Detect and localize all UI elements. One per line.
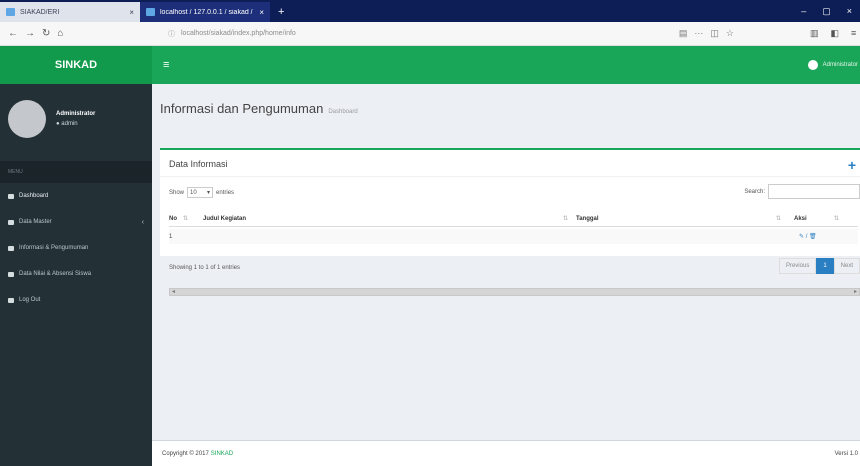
browser-tab-siakad[interactable]: SIAKAD/ERI × [0, 2, 140, 22]
footer: Copyright © 2017 SINKAD Versi 1.0 [152, 440, 860, 466]
cell-no: 1 [169, 233, 173, 240]
sidebar-item-nilai-absensi[interactable]: Data Nilai & Absensi Siswa [0, 261, 152, 287]
bookmark-star-icon[interactable]: ☆ [726, 28, 734, 39]
sort-icon[interactable]: ⇅ [563, 215, 576, 222]
page-1-button[interactable]: 1 [816, 258, 834, 274]
copyright-text: Copyright © 2017 [162, 450, 209, 457]
search-control: Search: [744, 184, 860, 199]
menu-icon[interactable]: ≡ [851, 28, 856, 39]
window-controls: – ▢ × [801, 0, 860, 22]
favicon-icon [6, 8, 15, 16]
sidebar-item-label: Log Out [19, 297, 41, 303]
folder-icon [8, 219, 14, 225]
search-input[interactable] [768, 184, 860, 199]
app-top-bar: ≡ Administrator [152, 46, 860, 84]
close-window-icon[interactable]: × [847, 6, 852, 16]
browser-nav-bar: ← → ↻ ⌂ ⓘ localhost/siakad/index.php/hom… [0, 22, 860, 46]
box-title: Data Informasi [169, 159, 228, 169]
scroll-right-icon[interactable]: ▸ [854, 288, 857, 295]
next-button[interactable]: Next [833, 258, 860, 274]
table-info: Showing 1 to 1 of 1 entries [169, 265, 241, 271]
table-header: No ⇅ Judul Kegiatan ⇅ Tanggal ⇅ Aksi ⇅ [169, 211, 858, 227]
edit-delete-icons[interactable]: ✎ / 🗑 [799, 233, 817, 240]
page-title-text: Informasi dan Pengumuman [160, 101, 324, 116]
close-tab-icon[interactable]: × [129, 8, 134, 17]
browser-tab-bar: SIAKAD/ERI × localhost / 127.0.0.1 / sia… [0, 0, 860, 22]
back-icon[interactable]: ← [8, 28, 18, 39]
address-bar[interactable]: ⓘ localhost/siakad/index.php/home/info ▤… [160, 26, 750, 42]
length-control: Show 10 ▾ entries [169, 187, 234, 198]
column-header-judul[interactable]: Judul Kegiatan [203, 216, 563, 222]
user-menu[interactable]: Administrator [807, 60, 860, 70]
horizontal-scrollbar[interactable]: ◂ ▸ [169, 288, 860, 296]
entries-label: entries [216, 189, 235, 196]
favicon-icon [146, 8, 155, 16]
info-icon [8, 245, 14, 251]
table-row: 1 ✎ / 🗑 [169, 229, 858, 244]
maximize-icon[interactable]: ▢ [822, 6, 831, 17]
search-label: Search: [744, 188, 765, 195]
sidebar-item-label: Data Master [19, 219, 52, 225]
sort-icon[interactable]: ⇅ [776, 215, 794, 222]
url-text: localhost/siakad/index.php/home/info [181, 30, 296, 37]
sidebar-item-logout[interactable]: Log Out [0, 287, 152, 313]
new-tab-button[interactable]: + [270, 2, 292, 22]
sidebar-item-label: Dashboard [19, 193, 49, 199]
content-area: Informasi dan Pengumuman Dashboard Data I… [152, 84, 860, 440]
divider [160, 176, 860, 177]
tab-title: localhost / 127.0.0.1 / siakad / ... [160, 8, 255, 16]
scroll-left-icon[interactable]: ◂ [172, 288, 175, 295]
length-select[interactable]: 10 ▾ [187, 187, 214, 198]
avatar [8, 100, 46, 138]
version-text: Versi 1.0 [834, 450, 858, 457]
logout-icon [8, 297, 14, 303]
page-subtitle: Dashboard [328, 109, 358, 115]
sidebar-user-panel: Administrator ● admin [0, 84, 152, 154]
hamburger-icon[interactable]: ≡ [152, 59, 169, 71]
sidebar-item-informasi[interactable]: Informasi & Pengumuman [0, 235, 152, 261]
sidebar-toggle-icon[interactable]: ◧ [831, 28, 840, 39]
avatar [807, 60, 818, 70]
sidebar-item-dashboard[interactable]: Dashboard [0, 183, 152, 209]
tab-title: SIAKAD/ERI [20, 8, 60, 16]
sidebar-header: MENU [0, 161, 152, 183]
pagination: Previous 1 Next [778, 258, 860, 274]
sidebar-user-status: ● admin [56, 121, 78, 127]
library-icon[interactable]: ▥ [810, 28, 819, 39]
reader-icon[interactable]: ▤ [679, 28, 688, 39]
chevron-left-icon: ‹ [141, 218, 144, 226]
column-header-tanggal[interactable]: Tanggal [576, 216, 776, 222]
column-header-no[interactable]: No [169, 216, 183, 222]
home-icon[interactable]: ⌂ [57, 28, 63, 39]
chevron-down-icon: ▾ [207, 190, 211, 196]
sidebar-item-label: Data Nilai & Absensi Siswa [19, 271, 92, 277]
browser-tab-localhost[interactable]: localhost / 127.0.0.1 / siakad / ... × [140, 2, 270, 22]
sort-icon[interactable]: ⇅ [183, 215, 203, 222]
sort-icon[interactable]: ⇅ [834, 215, 839, 222]
info-icon: ⓘ [168, 30, 175, 38]
show-label: Show [169, 189, 185, 196]
previous-button[interactable]: Previous [778, 258, 817, 274]
sidebar-item-label: Informasi & Pengumuman [19, 245, 89, 251]
close-tab-icon[interactable]: × [259, 8, 264, 17]
sidebar: Administrator ● admin MENU Dashboard Dat… [0, 84, 152, 466]
pocket-icon[interactable]: ◫ [710, 28, 719, 39]
dashboard-icon [8, 193, 14, 199]
forward-icon[interactable]: → [25, 28, 35, 39]
column-header-aksi[interactable]: Aksi [794, 216, 834, 222]
reload-icon[interactable]: ↻ [42, 28, 50, 39]
length-value: 10 [190, 189, 197, 196]
page-title: Informasi dan Pengumuman Dashboard [160, 101, 358, 116]
add-icon[interactable]: + [848, 157, 856, 173]
user-menu-name: Administrator [822, 62, 858, 68]
sidebar-item-data-master[interactable]: Data Master ‹ [0, 209, 152, 235]
book-icon [8, 271, 14, 277]
more-icon[interactable]: ··· [694, 28, 703, 39]
app-logo[interactable]: SINKAD [0, 46, 152, 84]
sidebar-user-name: Administrator [56, 111, 96, 117]
footer-brand-link[interactable]: SINKAD [211, 451, 233, 457]
data-box: Data Informasi + Show 10 ▾ entries Searc… [160, 148, 860, 296]
minimize-icon[interactable]: – [801, 6, 806, 16]
